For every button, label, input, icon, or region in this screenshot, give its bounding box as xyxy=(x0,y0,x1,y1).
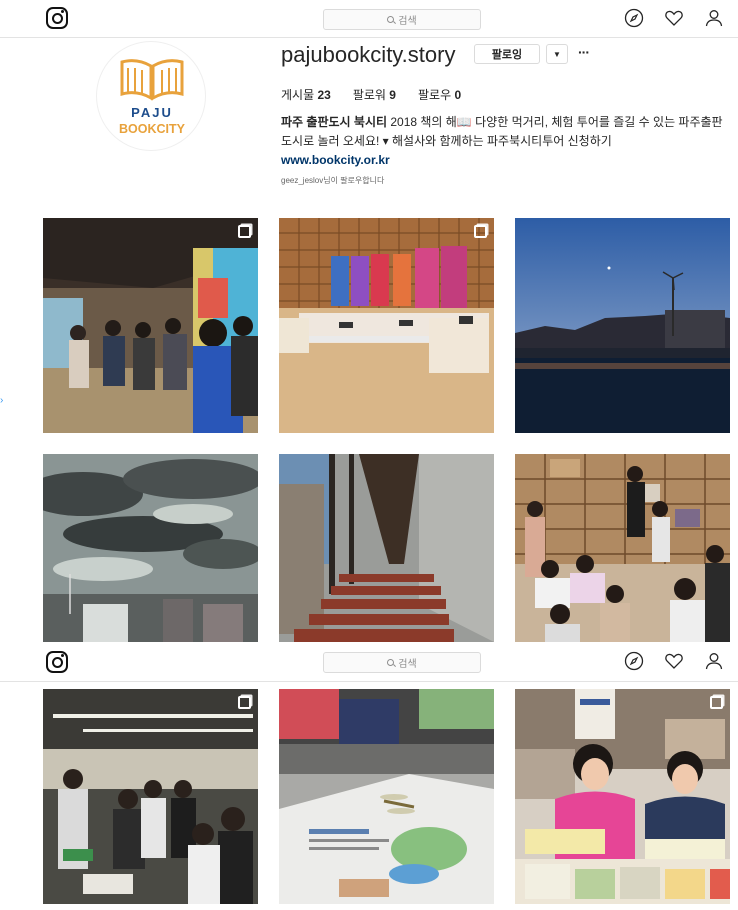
multi-image-icon xyxy=(238,225,251,238)
user-icon[interactable] xyxy=(704,651,724,671)
bio-website-link[interactable]: www.bookcity.or.kr xyxy=(281,151,731,170)
post-thumbnail-4[interactable] xyxy=(43,454,258,642)
search-placeholder: 검색 xyxy=(398,16,417,27)
profile-avatar[interactable]: PAJU BOOKCITY xyxy=(96,41,206,151)
profile-username: pajubookcity.story xyxy=(281,42,456,67)
more-options-button[interactable]: ··· xyxy=(578,44,590,60)
top-nav-bar-sticky: 검색 xyxy=(0,642,738,682)
compass-icon[interactable] xyxy=(624,651,644,671)
multi-image-icon xyxy=(238,696,251,709)
post-thumbnail-5[interactable] xyxy=(279,454,494,642)
following-count[interactable]: 팔로우 0 xyxy=(418,86,461,103)
top-nav-bar: 검색 xyxy=(0,0,738,38)
instagram-profile-page: 검색 PAJU BOOKCITY pajubookcity.story 팔로잉 … xyxy=(0,0,738,910)
profile-bio: 파주 출판도시 북시티 2018 책의 해📖 다양한 먹거리, 체험 투어를 즐… xyxy=(281,113,731,170)
multi-image-icon xyxy=(474,225,487,238)
post-thumbnail-1[interactable] xyxy=(43,218,258,433)
followed-by-user-link[interactable]: geez_jeslov xyxy=(281,176,323,185)
instagram-logo-icon[interactable] xyxy=(46,7,68,29)
avatar-logo-line2: BOOKCITY xyxy=(119,122,186,136)
search-icon xyxy=(387,659,395,666)
followers-count[interactable]: 팔로워 9 xyxy=(353,86,396,103)
compass-icon[interactable] xyxy=(624,8,644,28)
bio-full-name: 파주 출판도시 북시티 xyxy=(281,115,388,129)
suggested-dropdown-button[interactable]: ▼ xyxy=(546,44,568,64)
post-thumbnail-8[interactable] xyxy=(279,689,494,904)
instagram-logo-icon[interactable] xyxy=(46,651,68,673)
search-placeholder: 검색 xyxy=(398,659,417,670)
avatar-logo-line1: PAJU xyxy=(131,105,173,120)
posts-count: 게시물 23 xyxy=(281,88,331,102)
search-input[interactable]: 검색 xyxy=(323,9,481,30)
heart-icon[interactable] xyxy=(664,8,684,28)
followed-by-note: geez_jeslov님이 팔로우합니다 xyxy=(281,176,385,185)
post-thumbnail-6[interactable] xyxy=(515,454,730,642)
post-thumbnail-3[interactable] xyxy=(515,218,730,433)
post-thumbnail-9[interactable] xyxy=(515,689,730,904)
following-button[interactable]: 팔로잉 xyxy=(474,44,540,64)
post-thumbnail-7[interactable] xyxy=(43,689,258,904)
side-arrow-icon: › xyxy=(0,395,4,406)
search-icon xyxy=(387,16,395,23)
profile-stats: 게시물 23 팔로워 9 팔로우 0 xyxy=(281,86,461,103)
search-input[interactable]: 검색 xyxy=(323,652,481,673)
heart-icon[interactable] xyxy=(664,651,684,671)
user-icon[interactable] xyxy=(704,8,724,28)
multi-image-icon xyxy=(710,696,723,709)
post-thumbnail-2[interactable] xyxy=(279,218,494,433)
